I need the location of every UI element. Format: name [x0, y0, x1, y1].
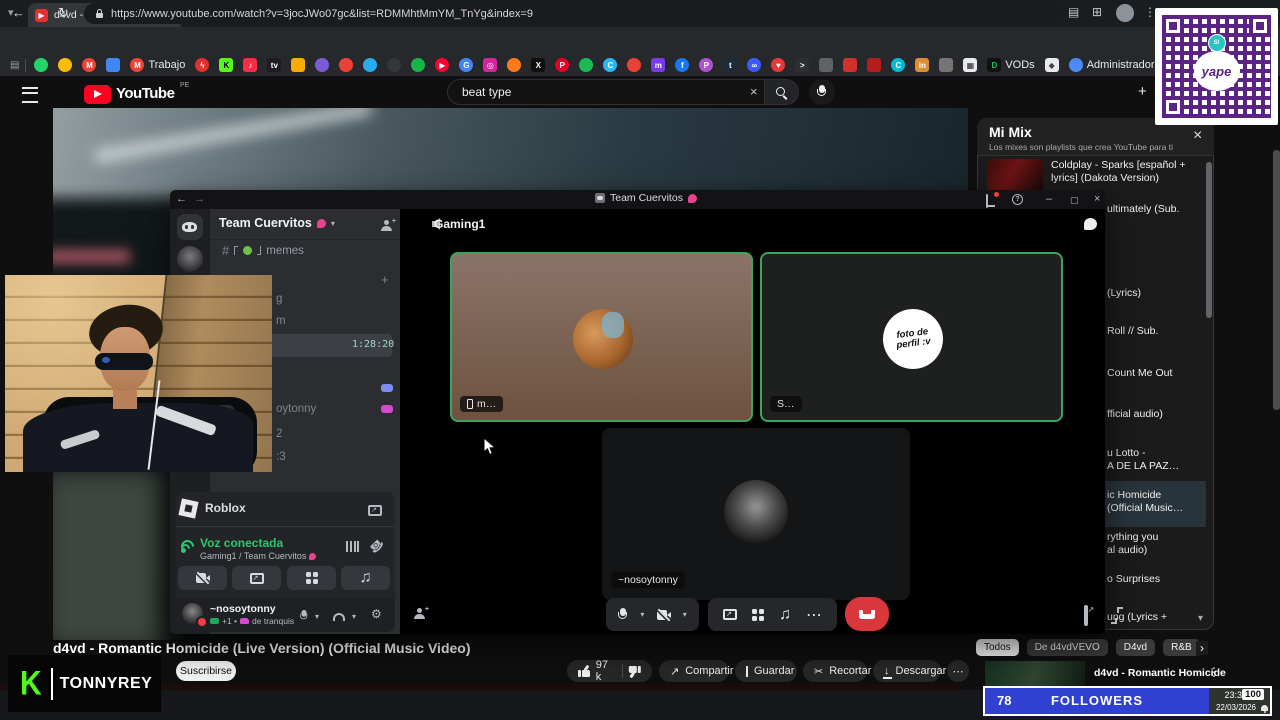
kick-logo: K	[20, 663, 42, 702]
clock-date: 22/03/2026	[1215, 703, 1256, 712]
qr-brand-badge: yape	[1193, 51, 1240, 92]
bell-icon	[1261, 705, 1268, 713]
divider	[50, 667, 53, 700]
qr-finder	[1162, 15, 1184, 37]
qr-finder	[1162, 96, 1184, 118]
yape-coin-icon: S/	[1207, 34, 1226, 53]
clock-time: 23:3	[1224, 690, 1242, 700]
mouse-cursor	[483, 436, 497, 461]
followers-counter: 78 FOLLOWERS 23:3 100 22/03/2026	[983, 686, 1272, 716]
followers-label: FOLLOWERS	[1050, 693, 1144, 708]
followers-bar: 78 FOLLOWERS	[985, 688, 1209, 714]
yape-logo-text: yape	[1201, 63, 1232, 79]
screen: ▾ ▶d4vd - Romantic Homicide (Live V×KStr…	[0, 0, 1280, 720]
qr-finder	[1249, 15, 1271, 37]
taskbar-clock-area: 23:3 100 22/03/2026	[1209, 688, 1270, 714]
channel-banner: K TONNYREY	[8, 655, 161, 712]
channel-name: TONNYREY	[59, 674, 153, 692]
notification-badge: 100	[1242, 689, 1264, 700]
yape-qr-code: yape S/	[1155, 8, 1278, 125]
stream-overlays: K TONNYREY 78 FOLLOWERS 23:3 100 22/03/2…	[0, 0, 1280, 720]
